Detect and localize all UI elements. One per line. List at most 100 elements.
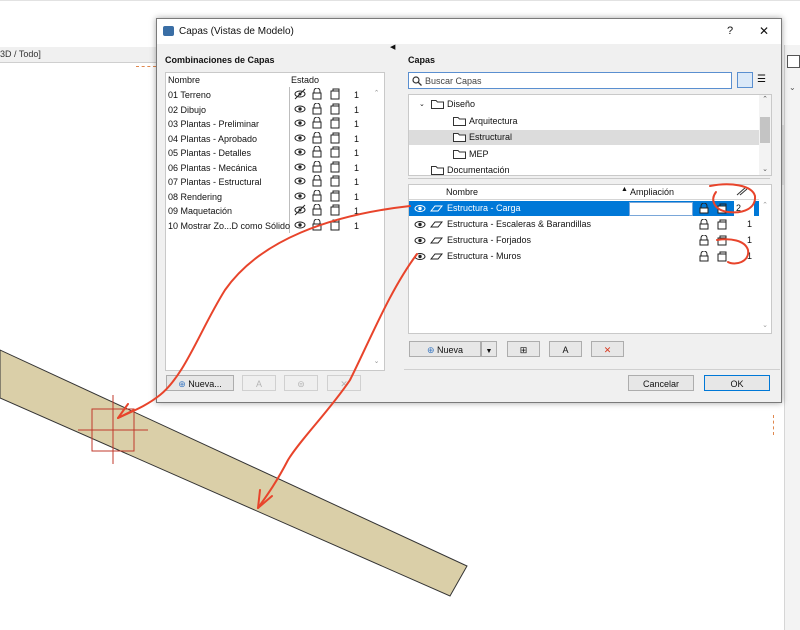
eye-icon[interactable] (414, 219, 426, 230)
layer-table[interactable]: Nombre Ampliación ▲ Estructura - Carga 2 E… (408, 184, 772, 334)
delete-combination-button[interactable]: ✕ (327, 375, 361, 391)
title-bar: Capas (Vistas de Modelo) ? ✕ (157, 19, 781, 44)
rename-layer-button[interactable]: A (549, 341, 582, 357)
app-icon (163, 26, 174, 36)
lock-icon[interactable] (311, 204, 323, 216)
solid-view-icon[interactable] (329, 190, 341, 202)
new-layer-button[interactable]: ⊕ Nueva (409, 341, 481, 357)
chevron-down-icon[interactable]: ⌄ (419, 97, 425, 112)
col-state-header[interactable]: Estado (291, 74, 351, 87)
tree-folder-item[interactable]: Documentación (409, 163, 759, 175)
list-view-icon[interactable]: ☰ (757, 74, 766, 85)
solid-view-icon[interactable] (716, 251, 728, 262)
lock-icon[interactable] (311, 117, 323, 129)
new-combination-button[interactable]: ⊕ Nueva... (166, 375, 234, 391)
combination-row[interactable]: 06 Plantas - Mecánica 1 (166, 160, 366, 175)
solid-view-icon[interactable] (716, 203, 728, 214)
solid-view-icon[interactable] (329, 219, 341, 231)
update-combination-button[interactable]: ⊜ (284, 375, 318, 391)
eye-icon[interactable] (414, 203, 426, 214)
layer-row[interactable]: Estructura - Forjados 1 (409, 233, 759, 248)
solid-view-icon[interactable] (329, 132, 341, 144)
tree-view-icon[interactable] (737, 72, 753, 88)
solid-view-icon[interactable] (329, 204, 341, 216)
solid-view-icon[interactable] (329, 146, 341, 158)
tree-scrollbar[interactable]: ⌃ ⌄ (759, 95, 771, 175)
combinations-list[interactable]: Nombre Estado 01 Terreno 1 02 Dibujo 1 03 Pl… (165, 72, 385, 371)
combination-row[interactable]: 03 Plantas - Preliminar 1 (166, 117, 366, 131)
layer-row[interactable]: Estructura - Carga 2 (409, 201, 759, 216)
combinations-scrollbar[interactable]: ⌃ ⌄ (370, 89, 383, 369)
close-button[interactable]: ✕ (759, 24, 769, 38)
cancel-button[interactable]: Cancelar (628, 375, 694, 391)
eye-icon[interactable] (414, 251, 426, 262)
new-layer-dropdown[interactable]: ▼ (481, 341, 497, 357)
solid-view-icon[interactable] (329, 161, 341, 173)
solid-view-icon[interactable] (329, 88, 341, 100)
layer-row[interactable]: Estructura - Escaleras & Barandillas 1 (409, 217, 759, 232)
layer-number: 1 (746, 251, 752, 261)
eye-icon[interactable] (294, 190, 306, 202)
combination-row[interactable]: 04 Plantas - Aprobado 1 (166, 131, 366, 146)
rename-combination-button[interactable]: A (242, 375, 276, 391)
layer-folder-tree[interactable]: ⌄ Diseño Arquitectura Estructural MEP Documen… (408, 94, 772, 176)
layer-col-extension[interactable]: Ampliación (630, 186, 695, 199)
lock-icon[interactable] (311, 131, 323, 144)
tree-folder-label: Estructural (469, 132, 513, 142)
combination-name: 07 Plantas - Estructural (168, 177, 262, 187)
col-name-header[interactable]: Nombre (168, 74, 288, 87)
delete-layer-button[interactable]: ✕ (591, 341, 624, 357)
layer-col-name[interactable]: Nombre (446, 186, 626, 199)
solid-view-icon[interactable] (329, 103, 341, 115)
eye-icon[interactable] (294, 117, 306, 129)
eye-icon[interactable] (294, 103, 306, 115)
solid-view-icon[interactable] (716, 235, 728, 246)
lock-icon[interactable] (311, 160, 323, 173)
delete-icon: ✕ (340, 379, 348, 389)
help-button[interactable]: ? (727, 25, 733, 37)
panel-toggle-icon[interactable]: ◀ (390, 43, 395, 51)
hidden-eye-icon[interactable] (294, 204, 306, 216)
splitter[interactable] (408, 178, 770, 179)
eye-icon[interactable] (294, 219, 306, 231)
combination-row[interactable]: 02 Dibujo 1 (166, 102, 366, 117)
lock-icon[interactable] (698, 219, 710, 230)
tree-folder-item[interactable]: Arquitectura (409, 114, 759, 129)
ok-button[interactable]: OK (704, 375, 770, 391)
lock-icon[interactable] (698, 235, 710, 246)
footer-divider (404, 369, 780, 370)
eye-icon[interactable] (294, 161, 306, 173)
lock-icon[interactable] (311, 102, 323, 115)
pen-column-icon[interactable] (736, 186, 748, 196)
solid-view-icon[interactable] (329, 175, 341, 187)
eye-icon[interactable] (294, 146, 306, 158)
lock-icon[interactable] (698, 251, 710, 262)
combination-row[interactable]: 10 Mostrar Zo...D como Sólido 1 (166, 218, 366, 233)
search-input[interactable]: Buscar Capas (408, 72, 732, 89)
combination-row[interactable]: 08 Rendering 1 (166, 189, 366, 204)
solid-view-icon[interactable] (716, 219, 728, 230)
hidden-eye-icon[interactable] (294, 88, 306, 100)
solid-view-icon[interactable] (329, 117, 341, 129)
combination-row[interactable]: 07 Plantas - Estructural 1 (166, 175, 366, 189)
lock-icon[interactable] (311, 88, 323, 100)
tree-folder-item[interactable]: MEP (409, 147, 759, 162)
lock-icon[interactable] (698, 203, 710, 214)
combination-row[interactable]: 01 Terreno 1 (166, 88, 366, 102)
tree-folder-label: MEP (469, 148, 489, 159)
layer-row[interactable]: Estructura - Muros 1 (409, 249, 759, 264)
eye-icon[interactable] (294, 132, 306, 144)
combination-row[interactable]: 09 Maquetación 1 (166, 204, 366, 218)
lock-icon[interactable] (311, 175, 323, 187)
eye-icon[interactable] (294, 175, 306, 187)
eye-icon[interactable] (414, 235, 426, 246)
lock-icon[interactable] (311, 146, 323, 158)
layer-settings-button[interactable]: ⊞ (507, 341, 540, 357)
combination-row[interactable]: 05 Plantas - Detalles 1 (166, 146, 366, 160)
lock-icon[interactable] (311, 218, 323, 231)
tree-folder-item[interactable]: ⌄ Diseño (409, 97, 759, 112)
extension-field[interactable] (629, 202, 693, 216)
layer-scrollbar[interactable]: ⌃ ⌄ (759, 201, 771, 331)
lock-icon[interactable] (311, 189, 323, 202)
tree-folder-item[interactable]: Estructural (409, 130, 759, 145)
